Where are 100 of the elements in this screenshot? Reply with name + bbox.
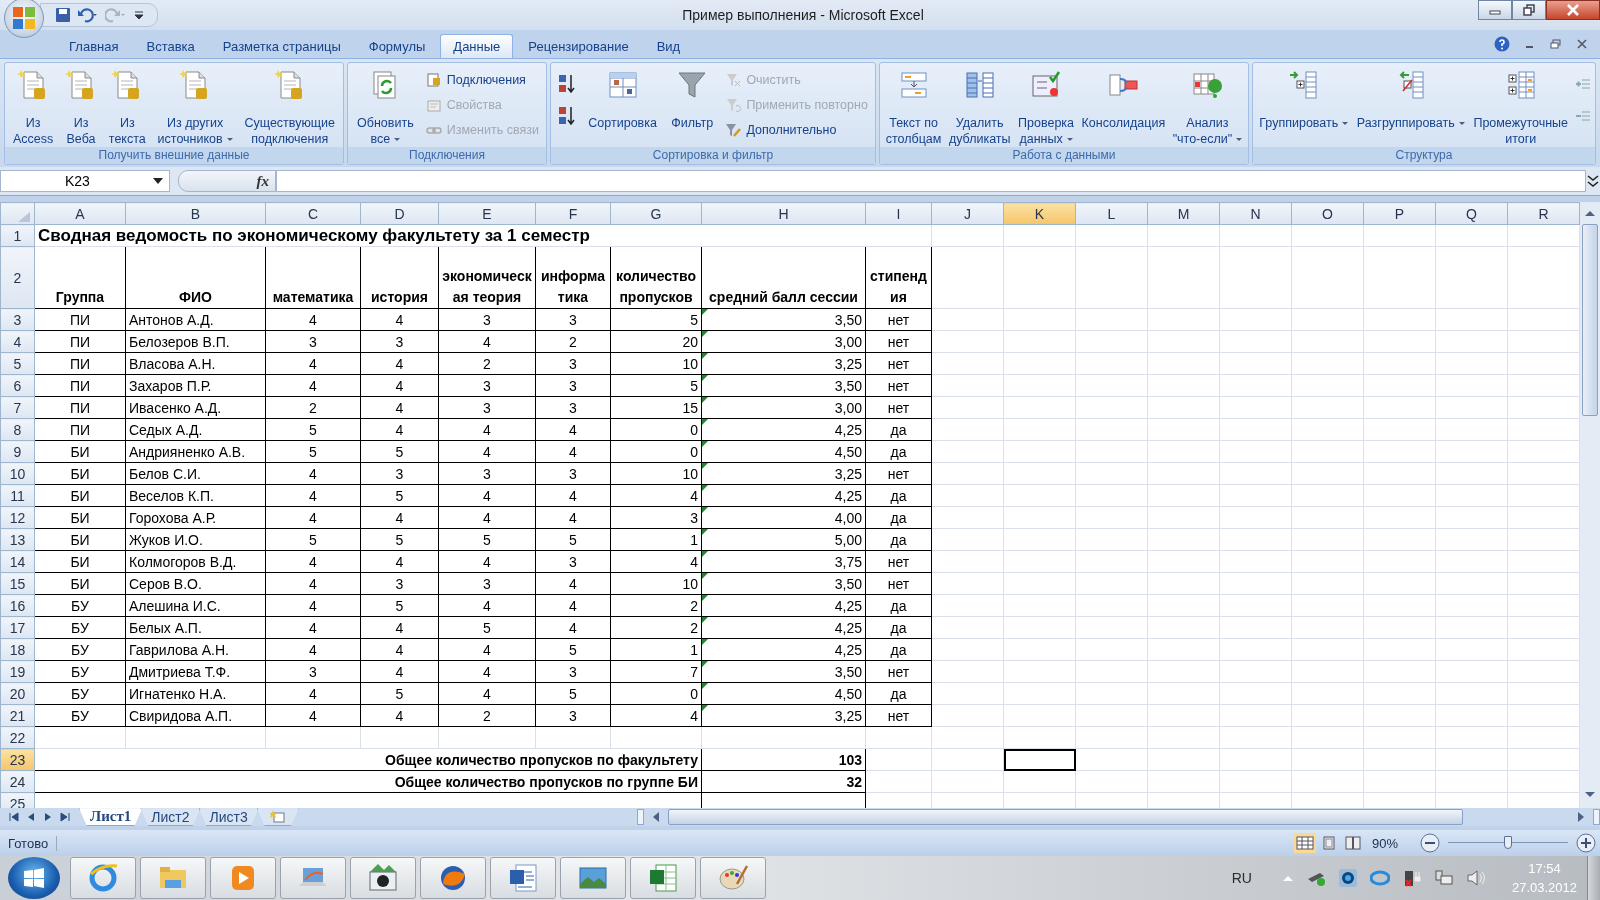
error-indicator-icon[interactable]: [702, 331, 708, 338]
start-button[interactable]: [8, 857, 60, 899]
error-indicator-icon[interactable]: [702, 463, 708, 470]
row-header[interactable]: 3: [0, 308, 35, 331]
caret-icon[interactable]: [394, 138, 401, 142]
ribbon-button[interactable]: Разгруппировать: [1354, 65, 1467, 146]
sheet-tab[interactable]: Лист3: [198, 808, 259, 827]
column-header[interactable]: M: [1147, 202, 1220, 225]
row-header[interactable]: 2: [0, 246, 35, 309]
row-header[interactable]: 22: [0, 726, 35, 749]
error-indicator-icon[interactable]: [702, 485, 708, 492]
ribbon-tab[interactable]: Формулы: [355, 33, 439, 58]
taskbar-button[interactable]: [490, 857, 556, 899]
row-header[interactable]: 18: [0, 638, 35, 661]
column-header[interactable]: O: [1291, 202, 1364, 225]
error-indicator-icon[interactable]: [702, 705, 708, 712]
ribbon-tab[interactable]: Вставка: [133, 33, 208, 58]
ribbon-button[interactable]: Сортировка: [586, 65, 659, 146]
ribbon-tab[interactable]: Данные: [440, 33, 514, 58]
caret-icon[interactable]: [226, 138, 233, 142]
caret-icon[interactable]: [1458, 122, 1465, 126]
error-indicator-icon[interactable]: [702, 661, 708, 668]
row-header[interactable]: 16: [0, 594, 35, 617]
column-header[interactable]: D: [360, 202, 439, 225]
column-header[interactable]: K: [1003, 202, 1076, 225]
ribbon-tab[interactable]: Главная: [56, 33, 132, 58]
error-indicator-icon[interactable]: [702, 639, 708, 646]
error-indicator-icon[interactable]: [702, 551, 708, 558]
name-box[interactable]: K23: [0, 170, 170, 193]
ribbon-button[interactable]: Текст по столбцам: [883, 65, 944, 147]
ribbon-button[interactable]: Промежуточные итоги: [1471, 65, 1571, 147]
minimize-button[interactable]: [1478, 0, 1512, 20]
ribbon-tab[interactable]: Рецензирование: [515, 33, 642, 58]
sheet-tab[interactable]: Лист2: [140, 808, 201, 827]
ribbon-button[interactable]: Консолидация: [1079, 65, 1168, 146]
row-header[interactable]: 19: [0, 660, 35, 683]
ribbon-button[interactable]: Проверка данных: [1016, 65, 1077, 147]
row-header[interactable]: 23: [0, 748, 35, 771]
help-icon[interactable]: [1494, 35, 1510, 52]
column-header[interactable]: I: [865, 202, 932, 225]
formula-input[interactable]: [276, 170, 1586, 193]
ribbon-button[interactable]: Из текста: [106, 65, 148, 147]
error-indicator-icon[interactable]: [702, 353, 708, 360]
row-header[interactable]: 8: [0, 418, 35, 441]
zoom-in-icon[interactable]: [1576, 833, 1596, 854]
error-indicator-icon[interactable]: [702, 529, 708, 536]
column-header[interactable]: H: [701, 202, 866, 225]
first-sheet-icon[interactable]: [8, 811, 20, 824]
row-header[interactable]: 21: [0, 704, 35, 727]
column-header[interactable]: E: [438, 202, 536, 225]
ribbon-tab[interactable]: Разметка страницы: [209, 33, 354, 58]
close-button[interactable]: [1546, 0, 1600, 20]
row-header[interactable]: 7: [0, 396, 35, 419]
office-button[interactable]: [4, 0, 44, 38]
error-indicator-icon[interactable]: [702, 375, 708, 382]
ribbon-button[interactable]: Подключения: [425, 69, 539, 91]
insert-function-button[interactable]: fx: [256, 172, 269, 190]
column-header[interactable]: G: [610, 202, 702, 225]
ribbon-button[interactable]: Обновить все: [355, 65, 416, 147]
caret-icon[interactable]: [1066, 138, 1073, 142]
ribbon-button[interactable]: Из других источников: [155, 65, 235, 147]
row-header[interactable]: 6: [0, 374, 35, 397]
ribbon-button[interactable]: Удалить дубликаты: [946, 65, 1013, 147]
close-icon[interactable]: [1576, 37, 1588, 50]
error-indicator-icon[interactable]: [702, 573, 708, 580]
language-indicator[interactable]: RU: [1231, 870, 1252, 886]
error-indicator-icon[interactable]: [702, 617, 708, 624]
ribbon-tab[interactable]: Вид: [643, 33, 694, 58]
row-header[interactable]: 11: [0, 484, 35, 507]
error-indicator-icon[interactable]: [702, 419, 708, 426]
column-header[interactable]: R: [1507, 202, 1580, 225]
taskbar-button[interactable]: [350, 857, 416, 899]
column-header[interactable]: J: [931, 202, 1004, 225]
column-header[interactable]: C: [265, 202, 361, 225]
ribbon-button[interactable]: Из Веба: [63, 65, 99, 147]
error-indicator-icon[interactable]: [702, 595, 708, 602]
row-header[interactable]: 1: [0, 224, 35, 247]
insert-sheet-button[interactable]: [256, 808, 299, 827]
undo-icon[interactable]: [77, 7, 99, 23]
expand-icon[interactable]: [1586, 173, 1600, 190]
row-header[interactable]: 4: [0, 330, 35, 353]
error-indicator-icon[interactable]: [702, 441, 708, 448]
zoom-out-icon[interactable]: [1420, 833, 1440, 854]
row-header[interactable]: 14: [0, 550, 35, 573]
row-header[interactable]: 5: [0, 352, 35, 375]
zoom-level[interactable]: 90%: [1372, 835, 1412, 851]
split-handle[interactable]: [1593, 809, 1600, 826]
row-header[interactable]: 12: [0, 506, 35, 529]
active-cell[interactable]: [1003, 748, 1076, 771]
error-indicator-icon[interactable]: [702, 309, 708, 316]
error-indicator-icon[interactable]: [702, 397, 708, 404]
column-header[interactable]: N: [1219, 202, 1292, 225]
ribbon-button[interactable]: Группировать: [1257, 65, 1351, 146]
ribbon-button[interactable]: Фильтр: [669, 65, 716, 146]
ribbon-button[interactable]: Существующие подключения: [242, 65, 338, 147]
speaker-icon[interactable]: [1465, 868, 1486, 888]
error-indicator-icon[interactable]: [702, 507, 708, 514]
row-header[interactable]: 15: [0, 572, 35, 595]
column-header[interactable]: F: [535, 202, 611, 225]
column-header[interactable]: Q: [1435, 202, 1508, 225]
